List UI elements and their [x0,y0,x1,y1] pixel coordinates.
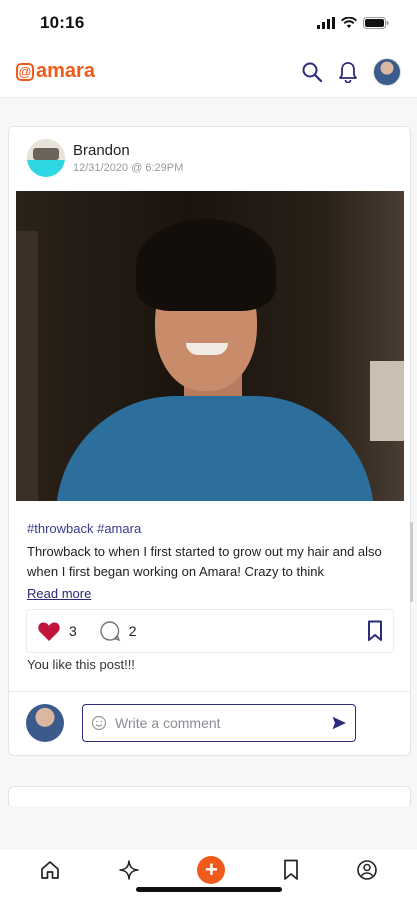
add-post-button[interactable]: + [197,856,226,884]
search-icon[interactable] [301,61,323,83]
bell-icon[interactable] [337,61,359,83]
comment-composer [26,704,356,742]
status-icons [317,17,389,29]
likes-note: You like this post!!! [27,657,135,672]
comment-input[interactable] [115,715,323,731]
emoji-icon[interactable] [91,715,107,731]
post-hashtags[interactable]: #throwback #amara [27,521,399,536]
sparkle-icon[interactable] [118,859,140,881]
post-card: Brandon 12/31/2020 @ 6:29PM #throwback #… [8,126,411,756]
status-time: 10:16 [40,13,85,32]
status-bar: 10:16 [0,0,417,46]
read-more-link[interactable]: Read more [27,586,91,601]
send-icon[interactable] [331,715,347,731]
comment-icon[interactable] [99,620,121,642]
post-photo[interactable] [16,191,404,501]
post-timestamp: 12/31/2020 @ 6:29PM [73,162,184,174]
author-avatar[interactable] [27,139,65,177]
scrollbar-thumb[interactable] [410,522,413,602]
divider [9,691,410,692]
comment-count: 2 [128,623,137,639]
commenter-avatar [26,704,64,742]
post-actions: 3 2 [26,609,394,653]
cellular-signal-icon [317,17,335,29]
author-meta: Brandon 12/31/2020 @ 6:29PM [73,142,183,174]
post-header: Brandon 12/31/2020 @ 6:29PM [9,127,410,189]
app-header: @ amara [0,46,417,98]
wifi-icon [341,17,357,28]
bookmark-icon[interactable] [367,620,383,642]
profile-icon[interactable] [356,859,378,881]
next-post-card [8,786,411,806]
post-caption: #throwback #amara Throwback to when I fi… [27,521,399,603]
brand-mark: @ [16,62,34,81]
bookmark-tab-icon[interactable] [283,859,299,881]
post-text: Throwback to when I first started to gro… [27,544,382,579]
heart-icon[interactable] [37,620,61,642]
header-actions [301,57,401,86]
home-icon[interactable] [39,859,61,881]
like-count: 3 [69,623,77,639]
battery-icon [363,17,389,29]
bottom-tab-bar: + [0,850,417,900]
author-name[interactable]: Brandon [73,142,183,159]
brand-logo[interactable]: @ amara [16,60,95,83]
home-indicator[interactable] [136,887,282,892]
profile-avatar[interactable] [373,57,401,86]
comment-box[interactable] [82,704,356,742]
brand-name: amara [36,60,95,82]
